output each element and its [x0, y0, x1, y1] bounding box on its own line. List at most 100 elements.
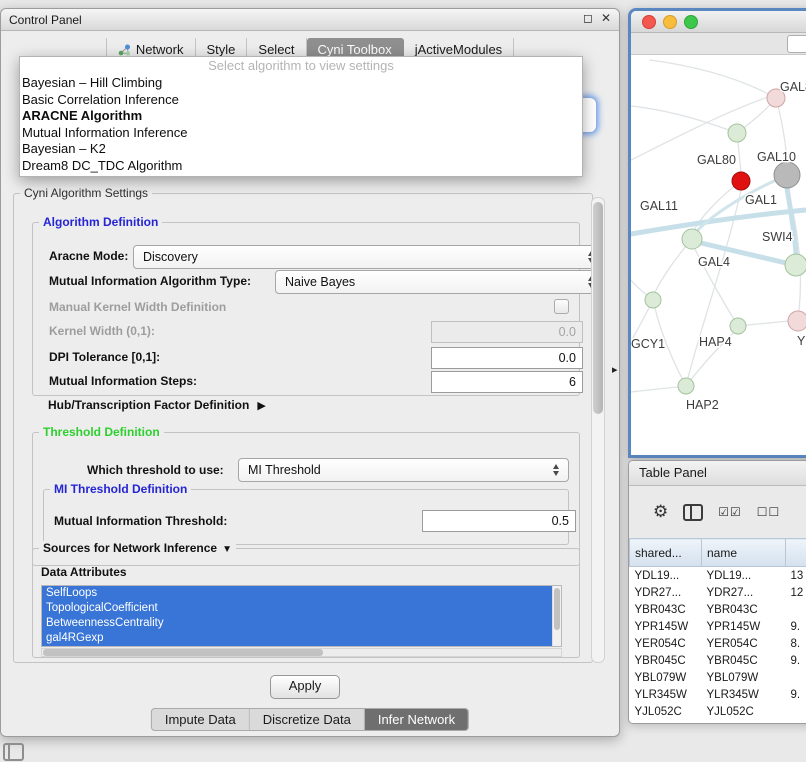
algorithm-option[interactable]: Basic Correlation Inference — [20, 92, 582, 109]
scrollbar-thumb[interactable] — [43, 649, 323, 656]
network-node-label: GCY1 — [631, 337, 665, 351]
table-cell — [786, 703, 806, 720]
window-close-icon[interactable]: ✕ — [601, 11, 611, 25]
network-node[interactable] — [682, 229, 702, 249]
bottom-tab-infer-network[interactable]: Infer Network — [365, 709, 468, 730]
network-node-label: GAL11 — [640, 199, 678, 213]
table-cell: YBR045C — [630, 652, 702, 669]
tab-label: Style — [207, 42, 236, 57]
mi-threshold-group: MI Threshold Definition Mutual Informati… — [43, 489, 569, 545]
control-panel-titlebar: Control Panel ◻ ✕ — [1, 9, 619, 31]
column-header[interactable]: name — [702, 539, 786, 567]
column-header[interactable]: shared... — [630, 539, 702, 567]
deselect-all-checkboxes-icon[interactable]: ☐☐ — [757, 505, 781, 519]
bottom-tab-discretize-data[interactable]: Discretize Data — [250, 709, 365, 730]
tab-label: Network — [136, 42, 184, 57]
algorithm-option[interactable]: Dream8 DC_TDC Algorithm — [20, 158, 582, 175]
network-toolbar-button[interactable] — [787, 35, 806, 53]
table-row[interactable]: YJL052CYJL052C — [630, 703, 806, 720]
table-row[interactable]: YLR345WYLR345W9. — [630, 686, 806, 703]
network-node-label: GAL10 — [757, 150, 796, 164]
scrollbar-thumb[interactable] — [593, 202, 603, 414]
algorithm-option[interactable]: ARACNE Algorithm — [20, 108, 582, 125]
hub-definition-label: Hub/Transcription Factor Definition — [48, 398, 249, 412]
network-node[interactable] — [774, 162, 800, 188]
control-panel-title: Control Panel — [1, 13, 82, 27]
hub-definition-expander[interactable]: Hub/Transcription Factor Definition ▶ — [48, 398, 266, 412]
close-traffic-light[interactable] — [642, 15, 656, 29]
tab-label: Select — [258, 42, 294, 57]
apply-button[interactable]: Apply — [270, 675, 340, 699]
network-canvas-svg[interactable]: GAL8GAL80GAL10GAL11GAL1SWI4GAL4GCY1HAP4Y… — [631, 55, 806, 449]
mi-steps-value: 6 — [569, 375, 576, 389]
attribute-item[interactable]: gal4RGexp — [42, 631, 552, 646]
minimize-traffic-light[interactable] — [663, 15, 677, 29]
table-row[interactable]: YDR27...YDR27...12 — [630, 584, 806, 601]
table-toolbar: ⚙ ☑☑ ☐☐ — [629, 486, 806, 538]
table-row[interactable]: YBL079WYBL079W — [630, 669, 806, 686]
table-panel-window: Table Panel ⚙ ☑☑ ☐☐ shared...name YDL19.… — [628, 460, 806, 724]
list-vertical-scrollbar[interactable] — [552, 586, 561, 646]
attribute-item[interactable]: TopologicalCoefficient — [42, 601, 552, 616]
network-node[interactable] — [788, 311, 806, 331]
which-threshold-select[interactable]: MI Threshold — [238, 458, 569, 482]
manual-kernel-label: Manual Kernel Width Definition — [49, 300, 226, 314]
attribute-item[interactable]: BetweennessCentrality — [42, 616, 552, 631]
table-row[interactable]: YBR043CYBR043C — [630, 601, 806, 618]
expand-down-icon: ▼ — [222, 544, 232, 555]
mi-steps-input[interactable]: 6 — [431, 371, 583, 393]
table-row[interactable]: YPR145WYPR145W9. — [630, 618, 806, 635]
dpi-tolerance-input[interactable]: 0.0 — [431, 347, 583, 369]
mi-threshold-input[interactable]: 0.5 — [422, 510, 576, 532]
bottom-tab-impute-data[interactable]: Impute Data — [152, 709, 250, 730]
settings-scrollbar[interactable] — [591, 197, 605, 663]
dropdown-placeholder: Select algorithm to view settings — [20, 57, 582, 75]
node-table: shared...name YDL19...YDL19...13YDR27...… — [629, 538, 806, 723]
splitter-collapse-icon[interactable]: ▸ — [612, 363, 618, 376]
network-node[interactable] — [678, 378, 694, 394]
table-cell: YBL079W — [630, 669, 702, 686]
table-cell: YDL19... — [702, 567, 786, 585]
sources-expander[interactable]: Sources for Network Inference ▼ — [39, 541, 236, 555]
gear-icon[interactable]: ⚙ — [653, 502, 668, 522]
table-cell: YBR043C — [630, 601, 702, 618]
table-cell: 9. — [786, 686, 806, 703]
network-node[interactable] — [732, 172, 750, 190]
network-node[interactable] — [728, 124, 746, 142]
network-canvas[interactable]: GAL8GAL80GAL10GAL11GAL1SWI4GAL4GCY1HAP4Y… — [631, 55, 806, 449]
sidebar-toggle-icon[interactable] — [3, 743, 24, 761]
aracne-mode-label: Aracne Mode: — [49, 249, 128, 263]
table-row[interactable]: YBR045CYBR045C9. — [630, 652, 806, 669]
data-attributes-list[interactable]: SelfLoopsTopologicalCoefficientBetweenne… — [41, 585, 562, 647]
network-edge — [631, 97, 768, 160]
table-cell: YER054C — [630, 635, 702, 652]
algorithm-option[interactable]: Bayesian – Hill Climbing — [20, 75, 582, 92]
network-node-label: GAL1 — [745, 193, 777, 207]
sources-legend-label: Sources for Network Inference — [43, 541, 217, 555]
dpi-tolerance-value: 0.0 — [559, 351, 576, 365]
mi-type-select[interactable]: Naive Bayes — [275, 270, 604, 294]
scrollbar-thumb[interactable] — [554, 588, 560, 630]
table-cell: YJL052C — [630, 703, 702, 720]
zoom-traffic-light[interactable] — [684, 15, 698, 29]
collapse-right-icon: ▶ — [257, 399, 265, 412]
column-header[interactable] — [786, 539, 806, 567]
network-node[interactable] — [645, 292, 661, 308]
columns-icon[interactable] — [683, 504, 703, 521]
aracne-mode-select[interactable]: Discovery — [133, 245, 604, 269]
table-body: YDL19...YDL19...13YDR27...YDR27...12YBR0… — [630, 567, 806, 721]
table-cell: YBL079W — [702, 669, 786, 686]
mi-threshold-legend: MI Threshold Definition — [50, 482, 191, 496]
table-row[interactable]: YDL19...YDL19...13 — [630, 567, 806, 585]
attribute-item[interactable]: SelfLoops — [42, 586, 552, 601]
network-node[interactable] — [785, 254, 806, 276]
algorithm-option[interactable]: Bayesian – K2 — [20, 141, 582, 158]
algorithm-option[interactable]: Mutual Information Inference — [20, 125, 582, 142]
window-restore-icon[interactable]: ◻ — [583, 11, 593, 25]
network-view-window: GAL8GAL80GAL10GAL11GAL1SWI4GAL4GCY1HAP4Y… — [628, 8, 806, 458]
table-cell: YDR27... — [630, 584, 702, 601]
network-node[interactable] — [730, 318, 746, 334]
table-row[interactable]: YER054CYER054C8. — [630, 635, 806, 652]
select-all-checkboxes-icon[interactable]: ☑☑ — [718, 505, 742, 519]
list-horizontal-scrollbar[interactable] — [41, 648, 562, 657]
